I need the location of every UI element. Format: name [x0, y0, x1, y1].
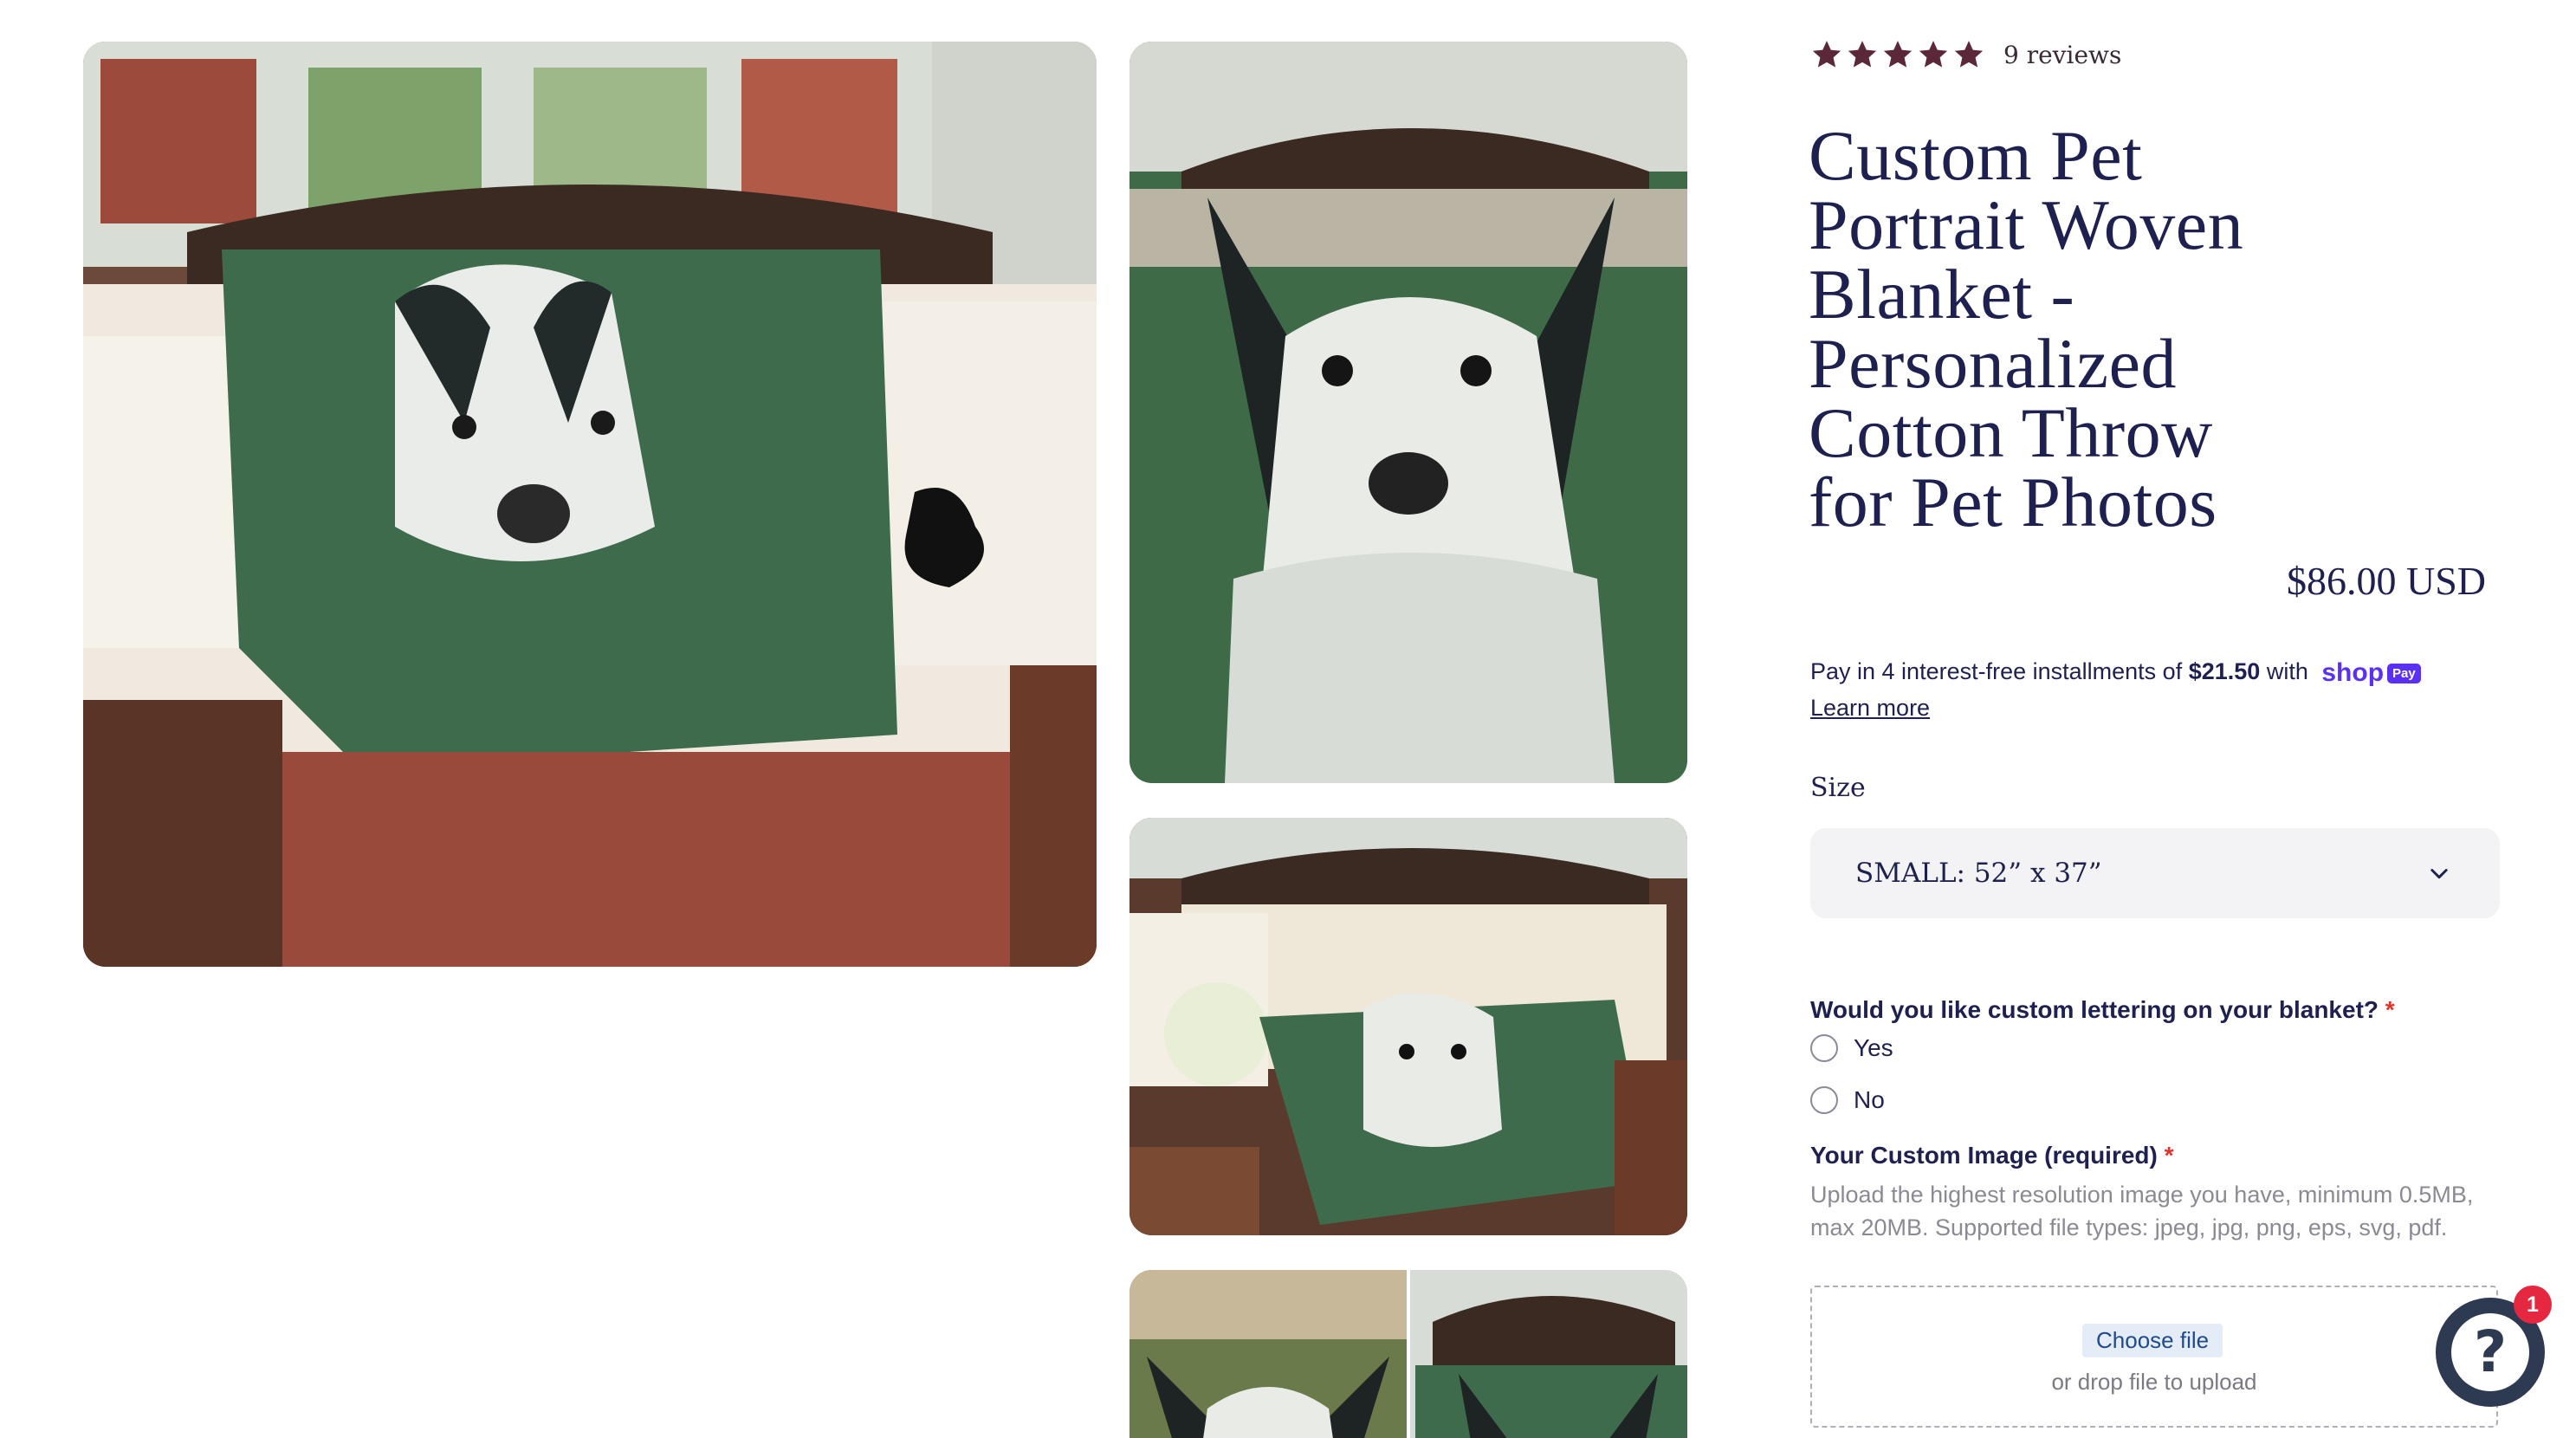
- star-icon: [1952, 38, 1985, 71]
- shop-pay-logo: shop Pay: [2321, 658, 2421, 688]
- question-icon: ?: [2473, 1318, 2508, 1385]
- radio-no-label: No: [1854, 1086, 1885, 1113]
- lettering-question: Would you like custom lettering on your …: [1810, 996, 2395, 1024]
- star-icon: [1881, 38, 1914, 71]
- product-image-sunroom[interactable]: [1129, 818, 1687, 1235]
- learn-more-link[interactable]: Learn more: [1810, 695, 1930, 722]
- file-dropzone[interactable]: Choose file or drop file to upload: [1810, 1286, 2498, 1428]
- help-chat-inner: ?: [2451, 1313, 2529, 1391]
- installments-suffix: with: [2266, 658, 2308, 685]
- product-price: $86.00 USD: [2287, 559, 2487, 603]
- shop-logo-text: shop: [2321, 658, 2385, 687]
- radio-no[interactable]: [1810, 1086, 1838, 1114]
- star-icon: [1846, 38, 1879, 71]
- installments-amount: $21.50: [2188, 658, 2261, 685]
- size-selected-value: SMALL: 52” x 37”: [1855, 858, 2102, 889]
- product-rating[interactable]: 9 reviews: [1810, 38, 2121, 71]
- star-icon: [1810, 38, 1843, 71]
- lettering-option-yes[interactable]: Yes: [1810, 1034, 1893, 1062]
- product-image-thumbnails[interactable]: [1129, 1270, 1687, 1438]
- required-mark: *: [2164, 1142, 2174, 1169]
- radio-yes[interactable]: [1810, 1034, 1838, 1062]
- product-image-closeup[interactable]: [1129, 42, 1687, 783]
- custom-image-label: Your Custom Image (required) *: [1810, 1142, 2174, 1169]
- notification-badge: 1: [2514, 1286, 2552, 1324]
- drop-file-text: or drop file to upload: [2051, 1369, 2257, 1395]
- required-mark: *: [2385, 996, 2395, 1023]
- star-icon: [1917, 38, 1950, 71]
- shop-pay-badge: Pay: [2387, 663, 2421, 683]
- lettering-question-text: Would you like custom lettering on your …: [1810, 996, 2379, 1023]
- product-title: Custom Pet Portrait Woven Blanket - Pers…: [1809, 116, 2244, 541]
- reviews-count[interactable]: 9 reviews: [2003, 41, 2121, 69]
- size-label: Size: [1810, 773, 1866, 803]
- installments-prefix: Pay in 4 interest-free installments of: [1810, 658, 2183, 685]
- choose-file-button[interactable]: Choose file: [2082, 1324, 2223, 1357]
- custom-image-help: Upload the highest resolution image you …: [1810, 1182, 2474, 1240]
- product-image-main[interactable]: [83, 42, 1097, 967]
- product-page: 9 reviews Custom Pet Portrait Woven Blan…: [0, 0, 2576, 1438]
- radio-yes-label: Yes: [1854, 1034, 1893, 1061]
- lettering-option-no[interactable]: No: [1810, 1086, 1885, 1114]
- chevron-down-icon: [2430, 869, 2448, 879]
- size-select[interactable]: SMALL: 52” x 37”: [1810, 828, 2500, 918]
- shop-pay-installments: Pay in 4 interest-free installments of $…: [1810, 658, 2421, 688]
- custom-image-label-text: Your Custom Image (required): [1810, 1142, 2158, 1169]
